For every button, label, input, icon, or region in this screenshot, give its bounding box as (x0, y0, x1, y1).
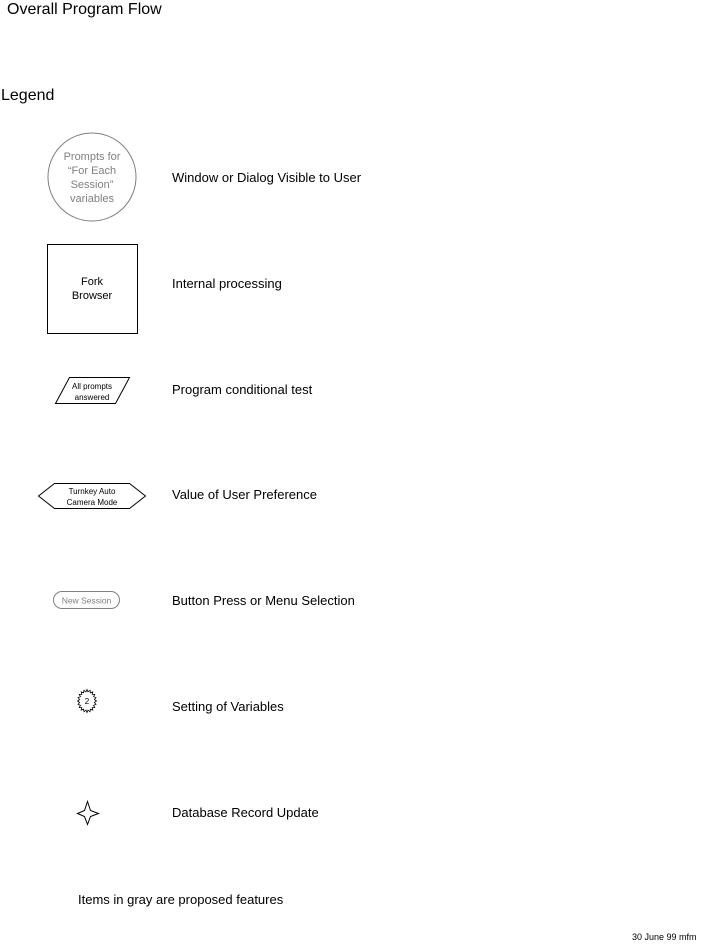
preference-symbol-line-2: Camera Mode (67, 498, 118, 507)
database-update-description: Database Record Update (172, 805, 319, 820)
footer-date: 30 June 99 mfm (632, 932, 697, 942)
proposed-features-note: Items in gray are proposed features (78, 892, 284, 907)
button-press-symbol: New Session (53, 591, 120, 609)
internal-processing-description: Internal processing (172, 276, 282, 291)
button-press-description: Button Press or Menu Selection (172, 593, 355, 608)
preference-symbol-line-1: Turnkey Auto (69, 487, 116, 496)
legend-symbols: Prompts for “For Each Session” variables… (37, 132, 147, 826)
window-symbol-line-3: Session” (71, 179, 114, 191)
window-symbol-line-2: “For Each (68, 165, 116, 177)
user-preference-symbol: Turnkey Auto Camera Mode (37, 483, 147, 509)
conditional-symbol-line-1: All prompts (72, 382, 112, 391)
conditional-test-description: Program conditional test (172, 382, 313, 397)
conditional-symbol-line-2: answered (75, 393, 110, 402)
setting-variables-symbol: 2 (76, 688, 98, 714)
window-dialog-description: Window or Dialog Visible to User (172, 170, 362, 185)
internal-symbol-line-2: Browser (72, 290, 113, 302)
button-symbol-label: New Session (62, 596, 112, 606)
conditional-test-symbol: All prompts answered (54, 377, 131, 404)
user-preference-description: Value of User Preference (172, 487, 317, 502)
database-update-symbol (76, 799, 100, 826)
setting-variables-description: Setting of Variables (172, 699, 284, 714)
window-dialog-symbol: Prompts for “For Each Session” variables (47, 132, 137, 222)
window-symbol-line-4: variables (70, 193, 115, 205)
internal-processing-symbol: Fork Browser (47, 244, 138, 334)
variables-symbol-label: 2 (85, 697, 90, 706)
window-symbol-line-1: Prompts for (64, 151, 121, 163)
internal-symbol-line-1: Fork (81, 276, 104, 288)
